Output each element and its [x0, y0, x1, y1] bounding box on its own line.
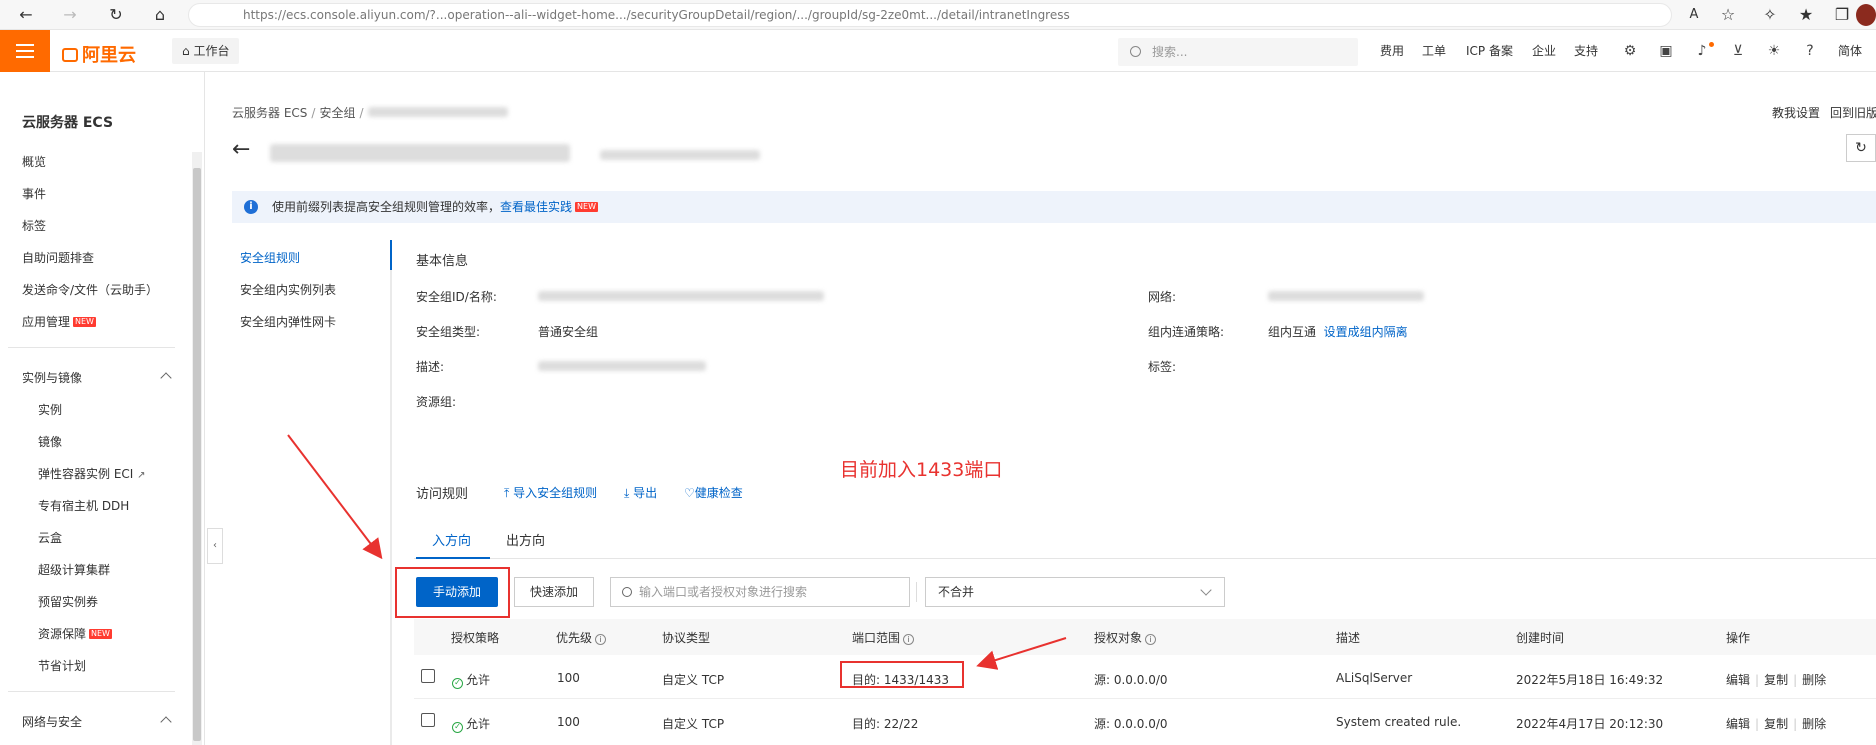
red-arrows [287, 434, 1067, 670]
